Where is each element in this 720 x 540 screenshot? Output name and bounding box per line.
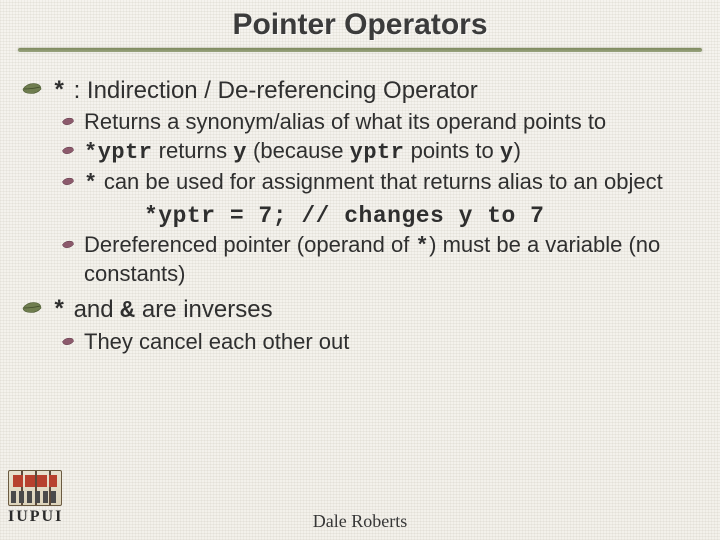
slide-body: * : Indirection / De-referencing Operato… [0,52,720,356]
item-text: *yptr returns y (because yptr points to … [84,138,521,163]
leaf-icon [62,240,74,249]
leaf-icon [22,82,42,96]
section-heading-text: and & are inverses [67,296,273,323]
sublist: Returns a synonym/alias of what its oper… [22,109,698,287]
page-title: Pointer Operators [232,8,487,42]
item-text: They cancel each other out [84,329,349,354]
footer-author: Dale Roberts [0,511,720,532]
leaf-icon [22,301,42,315]
list-item: *yptr returns y (because yptr points to … [62,138,698,167]
list-item: * can be used for assignment that return… [62,169,698,230]
operator-symbol: * [52,79,67,106]
list-item: Dereferenced pointer (operand of *) must… [62,232,698,288]
bullet-level1: * : Indirection / De-referencing Operato… [22,76,698,107]
sublist: They cancel each other out [22,329,698,356]
leaf-icon [62,146,74,155]
list-item: Returns a synonym/alias of what its oper… [62,109,698,136]
item-text: Returns a synonym/alias of what its oper… [84,109,606,134]
leaf-icon [62,117,74,126]
leaf-icon [62,337,74,346]
leaf-icon [62,177,74,186]
logo-image [8,470,62,506]
item-text: * can be used for assignment that return… [84,169,663,194]
bullet-level1: * and & are inverses [22,295,698,326]
section-heading-text: : Indirection / De-referencing Operator [67,77,478,104]
list-item: They cancel each other out [62,329,698,356]
item-text: Dereferenced pointer (operand of *) must… [84,232,660,286]
code-line: *yptr = 7; // changes y to 7 [84,200,698,230]
operator-symbol: * [52,298,67,325]
